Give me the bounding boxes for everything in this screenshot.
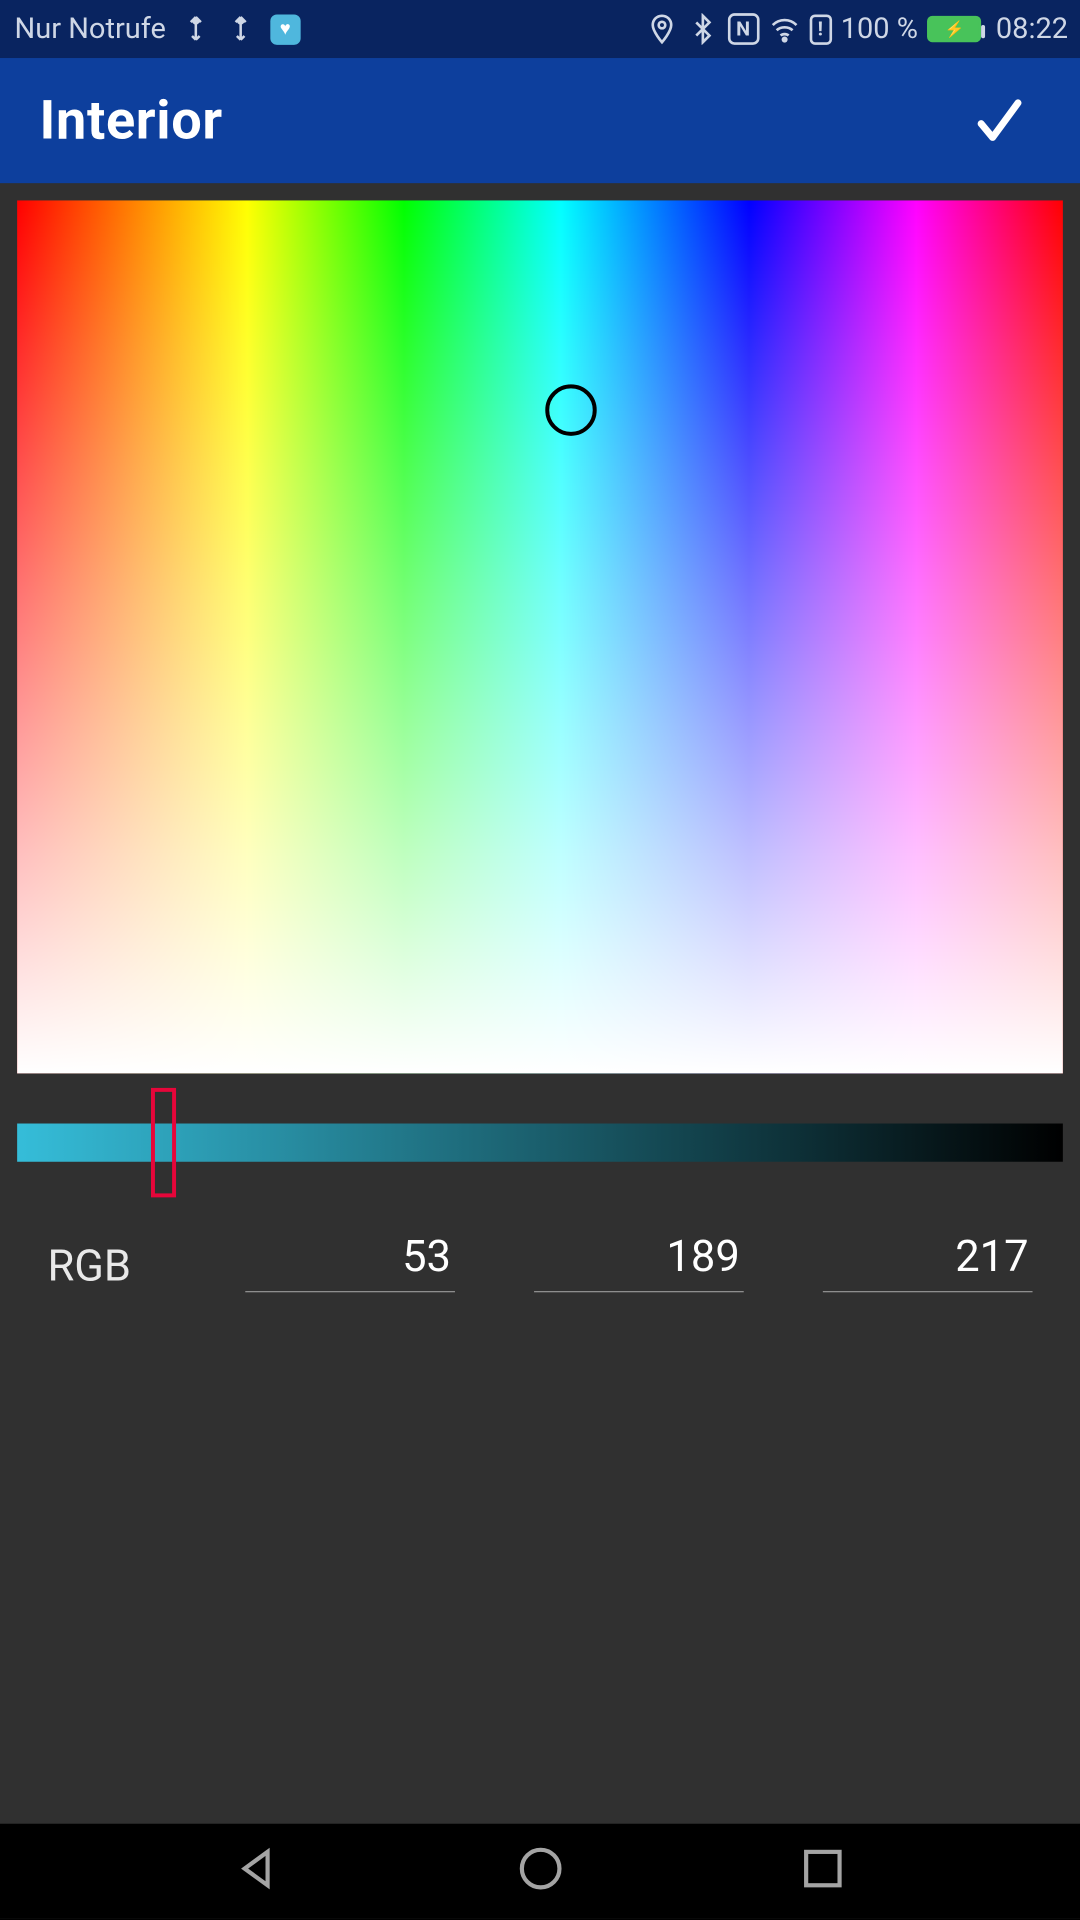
wifi-icon <box>768 13 800 45</box>
triangle-back-icon <box>232 1844 282 1894</box>
status-right: N ! 100 % ⚡ 08:22 <box>646 13 1069 46</box>
rgb-g-input[interactable]: 189 <box>534 1229 744 1292</box>
alert-icon: ! <box>809 14 831 44</box>
circle-home-icon <box>515 1844 565 1894</box>
clock-label: 08:22 <box>996 13 1068 46</box>
brightness-slider[interactable] <box>17 1124 1063 1162</box>
usb-icon <box>180 14 210 44</box>
page-title: Interior <box>40 89 223 152</box>
carrier-label: Nur Notrufe <box>15 13 166 46</box>
brightness-handle[interactable] <box>151 1088 176 1197</box>
bluetooth-icon <box>686 13 718 45</box>
rgb-b-input[interactable]: 217 <box>823 1229 1033 1292</box>
rgb-row: RGB 53 189 217 <box>0 1229 1080 1292</box>
color-picker-frame <box>0 183 1080 1090</box>
color-map-cursor[interactable] <box>546 384 597 435</box>
nfc-icon: N <box>727 13 759 45</box>
nav-recent-button[interactable] <box>797 1844 847 1899</box>
check-icon <box>972 93 1027 148</box>
nav-back-button[interactable] <box>232 1844 282 1899</box>
battery-icon: ⚡ <box>927 16 981 42</box>
brightness-slider-frame <box>0 1124 1080 1162</box>
battery-percent: 100 % <box>841 13 918 46</box>
rgb-label: RGB <box>47 1241 245 1292</box>
status-left: Nur Notrufe ♥ <box>15 13 646 46</box>
status-bar: Nur Notrufe ♥ N <box>0 0 1080 58</box>
system-nav-bar <box>0 1824 1080 1919</box>
confirm-button[interactable] <box>959 80 1041 162</box>
app-bar: Interior <box>0 58 1080 183</box>
health-icon: ♥ <box>270 14 300 44</box>
rgb-r-input[interactable]: 53 <box>245 1229 455 1292</box>
color-map[interactable] <box>17 200 1063 1073</box>
usb-icon <box>225 14 255 44</box>
location-icon <box>646 13 678 45</box>
square-recent-icon <box>797 1844 847 1894</box>
nav-home-button[interactable] <box>515 1844 565 1899</box>
